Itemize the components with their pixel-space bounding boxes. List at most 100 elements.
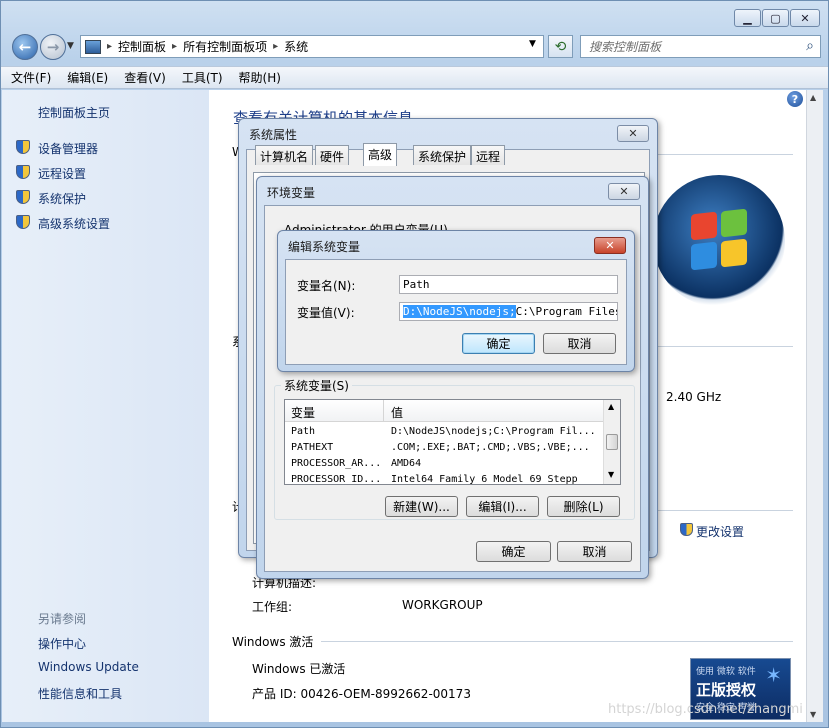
row-value: .COM;.EXE;.BAT;.CMD;.VBS;.VBE;...: [391, 442, 590, 453]
column-header-value[interactable]: 值: [391, 404, 403, 421]
tab-remote[interactable]: 远程: [471, 145, 506, 165]
sidebar-advanced-settings[interactable]: 高级系统设置: [38, 215, 110, 232]
refresh-icon: ⟲: [554, 38, 567, 55]
sidebar-system-protection[interactable]: 系统保护: [38, 190, 86, 207]
scroll-up-icon[interactable]: ▲: [608, 402, 614, 411]
section-divider: [651, 510, 793, 511]
forward-arrow-icon: →: [46, 38, 60, 56]
menu-tools[interactable]: 工具(T): [182, 69, 223, 86]
tab-advanced[interactable]: 高级: [363, 143, 398, 166]
variable-value-selected-text: D:\NodeJS\nodejs;: [403, 305, 516, 318]
dialog-close-button[interactable]: ✕: [617, 125, 649, 142]
table-row[interactable]: Path D:\NodeJS\nodejs;C:\Program Fil...: [285, 426, 603, 442]
close-icon: ✕: [619, 185, 629, 198]
table-row[interactable]: PROCESSOR_ID... Intel64 Family 6 Model 6…: [285, 474, 603, 485]
delete-variable-button[interactable]: 删除(L): [547, 496, 620, 517]
dialog-title: 编辑系统变量: [288, 240, 361, 254]
flag-blue: [691, 241, 717, 271]
change-settings-link[interactable]: 更改设置: [696, 523, 744, 540]
cpu-speed: 2.40 GHz: [666, 390, 722, 404]
workgroup-value: WORKGROUP: [402, 598, 483, 612]
sidebar-device-manager[interactable]: 设备管理器: [38, 140, 98, 157]
row-value: Intel64 Family 6 Model 69 Stepp: [391, 474, 578, 485]
maximize-icon: ▢: [770, 11, 781, 25]
list-scrollbar[interactable]: ▲ ▼: [603, 400, 620, 484]
tab-system-protection[interactable]: 系统保护: [413, 145, 472, 165]
caption-buttons: ▁ ▢ ✕: [734, 9, 820, 29]
help-icon[interactable]: ?: [787, 91, 803, 107]
refresh-button[interactable]: ⟲: [548, 35, 573, 58]
sidebar-remote-settings[interactable]: 远程设置: [38, 165, 86, 182]
env-cancel-button[interactable]: 取消: [557, 541, 632, 562]
recent-pages-dropdown-icon[interactable]: ▼: [67, 41, 74, 51]
star-icon: ✶: [765, 663, 782, 687]
see-also-heading: 另请参阅: [38, 612, 87, 626]
address-bar[interactable]: ▸ 控制面板 ▸ 所有控制面板项 ▸ 系统: [80, 35, 544, 58]
minimize-icon: ▁: [743, 11, 752, 25]
windows-logo: [653, 175, 785, 307]
flag-green: [721, 208, 747, 238]
address-dropdown-icon[interactable]: ▼: [529, 39, 536, 49]
dialog-close-button[interactable]: ✕: [608, 183, 640, 200]
activation-heading: Windows 激活: [232, 635, 314, 649]
menu-view[interactable]: 查看(V): [124, 69, 166, 86]
scroll-down-icon[interactable]: ▼: [810, 710, 816, 719]
search-icon[interactable]: ⌕: [806, 38, 814, 54]
genuine-line2: 正版授权: [696, 681, 757, 699]
close-icon: ✕: [605, 239, 615, 252]
sidebar-action-center[interactable]: 操作中心: [38, 635, 86, 652]
table-row[interactable]: PROCESSOR_AR... AMD64: [285, 458, 603, 474]
table-row[interactable]: PATHEXT .COM;.EXE;.BAT;.CMD;.VBS;.VBE;..…: [285, 442, 603, 458]
sidebar-performance-tools[interactable]: 性能信息和工具: [38, 685, 122, 702]
menu-help[interactable]: 帮助(H): [239, 69, 281, 86]
edit-ok-button[interactable]: 确定: [462, 333, 535, 354]
system-variables-list[interactable]: 变量 值 Path D:\NodeJS\nodejs;C:\Program Fi…: [284, 399, 621, 485]
close-button[interactable]: ✕: [790, 9, 820, 27]
edit-system-variable-dialog: 编辑系统变量 ✕ 变量名(N): Path 变量值(V): D:\NodeJS\…: [277, 230, 635, 372]
edit-variable-button[interactable]: 编辑(I)...: [466, 496, 539, 517]
chevron-right-icon: ▸: [172, 41, 178, 52]
minimize-button[interactable]: ▁: [734, 9, 761, 27]
back-arrow-icon: ←: [18, 38, 32, 56]
variable-value-input[interactable]: D:\NodeJS\nodejs;C:\Program Files (: [399, 302, 618, 321]
list-header: 变量 值: [285, 400, 603, 422]
breadcrumb-all-items[interactable]: 所有控制面板项: [183, 38, 267, 55]
activation-status: Windows 已激活: [252, 662, 346, 676]
sidebar-windows-update[interactable]: Windows Update: [38, 660, 139, 674]
new-variable-button[interactable]: 新建(W)...: [385, 496, 458, 517]
forward-button[interactable]: →: [40, 34, 66, 60]
sidebar-home-link[interactable]: 控制面板主页: [38, 104, 110, 121]
column-header-variable[interactable]: 变量: [291, 404, 315, 421]
shield-icon: [16, 165, 30, 179]
row-name: PATHEXT: [291, 442, 334, 453]
vertical-scrollbar[interactable]: ▲ ▼: [806, 90, 823, 722]
dialog-close-button[interactable]: ✕: [594, 237, 626, 254]
shield-icon: [16, 140, 30, 154]
scroll-up-icon[interactable]: ▲: [810, 93, 816, 102]
row-name: Path: [291, 426, 316, 437]
back-button[interactable]: ←: [12, 34, 38, 60]
breadcrumb-system[interactable]: 系统: [284, 38, 308, 55]
control-panel-icon: [85, 39, 101, 54]
watermark-text: https://blog.csdn.net/zhangmi: [608, 702, 803, 717]
sidebar: 控制面板主页 设备管理器 远程设置 系统保护 高级系统设置 另请参阅 操作中心 …: [2, 90, 209, 722]
env-ok-button[interactable]: 确定: [476, 541, 551, 562]
maximize-button[interactable]: ▢: [762, 9, 789, 27]
variable-value-label: 变量值(V):: [297, 306, 355, 320]
row-value: AMD64: [391, 458, 422, 469]
menu-file[interactable]: 文件(F): [11, 69, 51, 86]
workgroup-label: 工作组:: [252, 600, 293, 614]
menu-edit[interactable]: 编辑(E): [67, 69, 108, 86]
close-icon: ✕: [628, 127, 638, 140]
tab-computer-name[interactable]: 计算机名: [255, 145, 314, 165]
shield-icon: [680, 523, 693, 536]
edit-cancel-button[interactable]: 取消: [543, 333, 616, 354]
tab-hardware[interactable]: 硬件: [315, 145, 350, 165]
search-input[interactable]: 搜索控制面板 ⌕: [580, 35, 821, 58]
close-icon: ✕: [800, 11, 810, 25]
variable-name-input[interactable]: Path: [399, 275, 618, 294]
breadcrumb-control-panel[interactable]: 控制面板: [118, 38, 166, 55]
menu-bar: 文件(F) 编辑(E) 查看(V) 工具(T) 帮助(H): [1, 66, 828, 89]
scroll-thumb[interactable]: [606, 434, 618, 450]
scroll-down-icon[interactable]: ▼: [608, 470, 614, 479]
